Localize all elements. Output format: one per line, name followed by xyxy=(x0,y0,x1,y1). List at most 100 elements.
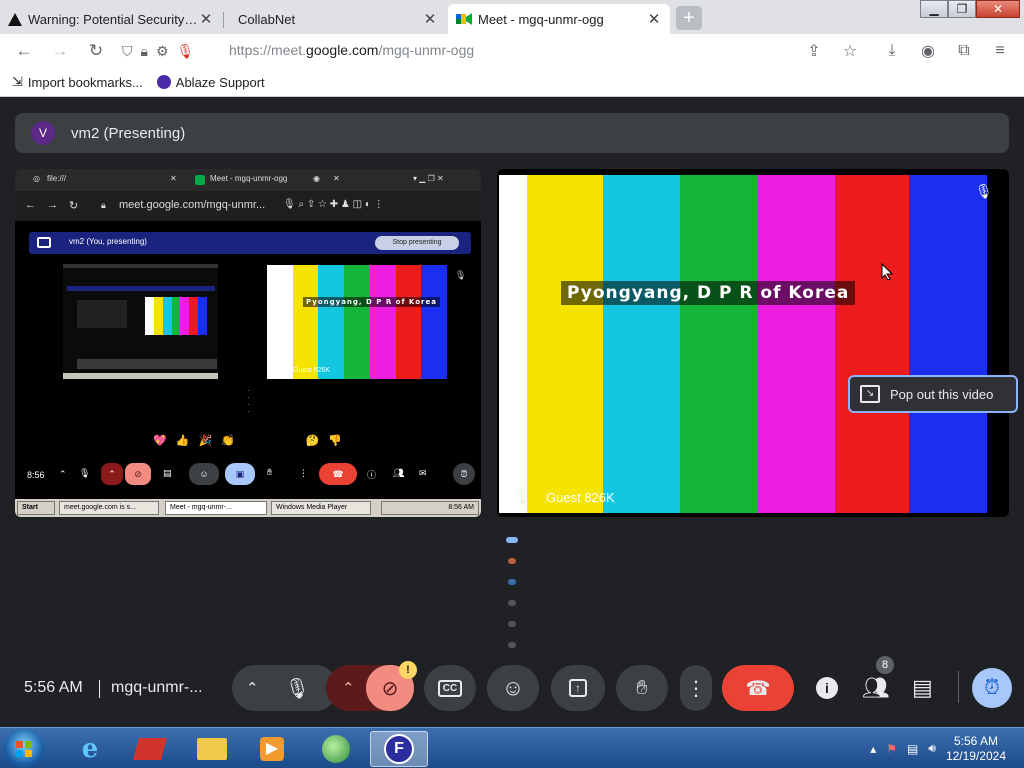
tray-expand-icon[interactable]: ▴ xyxy=(870,742,876,756)
minimize-button[interactable]: ▁ xyxy=(920,0,948,18)
audio-options-chevron-icon[interactable]: ⌃ xyxy=(246,679,259,697)
menu-icon[interactable]: ≡ xyxy=(984,42,1016,60)
chat-icon[interactable]: ▤ xyxy=(912,675,933,701)
nested-present-button: ▣ xyxy=(225,463,255,485)
dot xyxy=(508,558,516,564)
tab-meet[interactable]: Meet - mgq-unmr-ogg ✕ xyxy=(448,4,670,34)
taskbar-network[interactable] xyxy=(310,731,362,767)
maximize-button[interactable]: ❐ xyxy=(948,0,976,18)
taskbar-clock[interactable]: 5:56 AM 12/19/2024 xyxy=(946,734,1006,764)
recursive-screen-thumbnail xyxy=(63,264,218,379)
nested-lock-icon: 🔒︎ xyxy=(101,200,106,210)
thumb-controls xyxy=(77,359,217,369)
emoji-icon: ☺ xyxy=(501,675,525,700)
microphone-icon[interactable]: 🎙︎ xyxy=(177,43,195,60)
media-player-icon: ▶ xyxy=(260,737,284,761)
emoji-button[interactable]: ☺ xyxy=(487,665,539,711)
nested-color-bars xyxy=(267,265,448,379)
bookmark-label: Ablaze Support xyxy=(175,74,265,90)
nested-tab-title: file:/// xyxy=(47,174,67,183)
taskbar-media-player[interactable]: ▶ xyxy=(246,731,298,767)
captions-button[interactable]: CC xyxy=(424,665,476,711)
nested-present-icon xyxy=(37,237,51,248)
presenter-banner: V vm2 (Presenting) xyxy=(15,113,1009,153)
pop-out-video-button[interactable]: ↘ Pop out this video xyxy=(848,375,1018,413)
nested-toolbar: ← → ↻ 🔒︎ meet.google.com/mgq-unmr... 🎙︎ … xyxy=(15,191,481,221)
guest-name-label: Guest 826K xyxy=(546,490,615,505)
url-domain: google.com xyxy=(306,42,379,58)
leave-call-button[interactable]: ☎︎ xyxy=(722,665,794,711)
more-icon: ⋮ xyxy=(686,677,706,700)
shield-icon[interactable]: ⛉ xyxy=(122,43,133,60)
shared-screen-tile[interactable]: ◎ file:/// ✕ Meet - mgq-unmr-ogg ◉ ✕ ▾ ▁… xyxy=(15,169,481,517)
tab-collabnet[interactable]: CollabNet ✕ xyxy=(224,4,446,34)
present-button[interactable]: ↑ xyxy=(551,665,605,711)
microphone-icon[interactable]: 🎙︎ xyxy=(285,676,310,701)
nested-presenting-bar: vm2 (You, presenting) Stop presenting xyxy=(29,232,471,254)
nested-globe-icon: ◎ xyxy=(33,174,40,183)
meeting-code: mgq-unmr-... xyxy=(111,679,203,696)
participant-video-tile[interactable]: Pyongyang, D P R of Korea 🎙︎ 🎙︎ Guest 82… xyxy=(497,169,1009,517)
meet-icon xyxy=(456,13,472,25)
bookmark-star-icon[interactable]: ☆ xyxy=(834,41,866,61)
video-options-chevron-icon[interactable]: ⌃ xyxy=(342,679,355,697)
people-icon[interactable]: 👥︎ xyxy=(862,675,890,701)
flag-icon[interactable]: ⚑ xyxy=(886,742,897,756)
dot xyxy=(508,642,516,648)
url-field[interactable]: https://meet.google.com/mgq-unmr-ogg xyxy=(229,42,474,58)
nested-captions-icon: ▤ xyxy=(163,468,172,478)
network-icon[interactable]: ▤ xyxy=(907,742,918,756)
browser-tab-bar: Warning: Potential Security Risk ✕ Colla… xyxy=(0,0,1024,34)
nested-more-dots: · · · · xyxy=(247,386,250,416)
pop-out-icon: ↘ xyxy=(860,385,880,403)
nested-mic-off-icon: 🎙︎ xyxy=(455,270,467,280)
extensions-icon[interactable]: ⧉ xyxy=(948,42,980,60)
thumb-bar xyxy=(67,286,215,291)
close-icon[interactable]: ✕ xyxy=(646,10,662,28)
taskbar-ie[interactable]: e xyxy=(64,731,116,767)
tab-title: Warning: Potential Security Risk xyxy=(28,11,198,27)
nested-stop-button: Stop presenting xyxy=(375,236,459,250)
activities-clock-icon[interactable]: ⏰︎ xyxy=(972,668,1012,708)
thumb-nested xyxy=(77,300,127,328)
nested-forward-icon: → xyxy=(47,199,58,211)
participant-count-badge: 8 xyxy=(876,656,894,674)
microphone-group: ⌃ 🎙︎ xyxy=(232,665,338,711)
nested-task-item: Meet - mgq-unmr-... xyxy=(165,501,267,515)
taskbar-firefox[interactable]: F xyxy=(370,731,428,767)
taskbar-app-red[interactable] xyxy=(124,731,176,767)
volume-icon[interactable]: 🔊︎ xyxy=(928,741,936,756)
windows-start-button[interactable] xyxy=(4,729,44,768)
close-icon[interactable]: ✕ xyxy=(422,10,438,28)
share-icon[interactable]: ⇪ xyxy=(798,41,830,61)
nested-info-icon: ⓘ xyxy=(367,470,377,480)
close-icon[interactable]: ✕ xyxy=(198,10,214,28)
captions-icon: CC xyxy=(437,679,463,697)
avatar: V xyxy=(31,121,55,145)
window-close-button[interactable]: ✕ xyxy=(976,0,1020,18)
tab-security-warning[interactable]: Warning: Potential Security Risk ✕ xyxy=(0,4,224,34)
account-icon[interactable]: ◉ xyxy=(912,41,944,61)
taskbar-explorer[interactable] xyxy=(186,731,238,767)
dot xyxy=(508,600,516,606)
download-icon[interactable]: ⤓ xyxy=(876,42,908,60)
info-icon[interactable]: i xyxy=(816,677,838,699)
thumb-color-bars xyxy=(145,297,208,335)
nested-tab-bar: ◎ file:/// ✕ Meet - mgq-unmr-ogg ◉ ✕ ▾ ▁… xyxy=(15,169,481,191)
back-arrow-icon[interactable]: ← xyxy=(6,36,42,66)
nested-reload-icon: ↻ xyxy=(69,200,79,212)
bookmark-import[interactable]: ⇲ Import bookmarks... xyxy=(12,74,143,90)
lock-icon[interactable]: 🔒︎ xyxy=(141,43,148,60)
reload-icon[interactable]: ↻ xyxy=(78,36,114,66)
bookmark-ablaze-support[interactable]: Ablaze Support xyxy=(156,74,265,90)
permissions-icon[interactable]: ⚙︎ xyxy=(156,43,169,60)
new-tab-button[interactable]: + xyxy=(676,6,702,30)
more-options-button[interactable]: ⋮ xyxy=(680,665,712,711)
forward-arrow-icon[interactable]: → xyxy=(42,36,78,66)
meeting-clock: 5:56 AM xyxy=(24,679,83,696)
nested-presenting-label: vm2 (You, presenting) xyxy=(69,237,147,246)
nested-back-icon: ← xyxy=(25,199,36,211)
nested-task-item: meet.google.com is s... xyxy=(59,501,159,515)
internet-explorer-icon: e xyxy=(81,734,99,764)
raise-hand-button[interactable]: ✋︎ xyxy=(616,665,668,711)
